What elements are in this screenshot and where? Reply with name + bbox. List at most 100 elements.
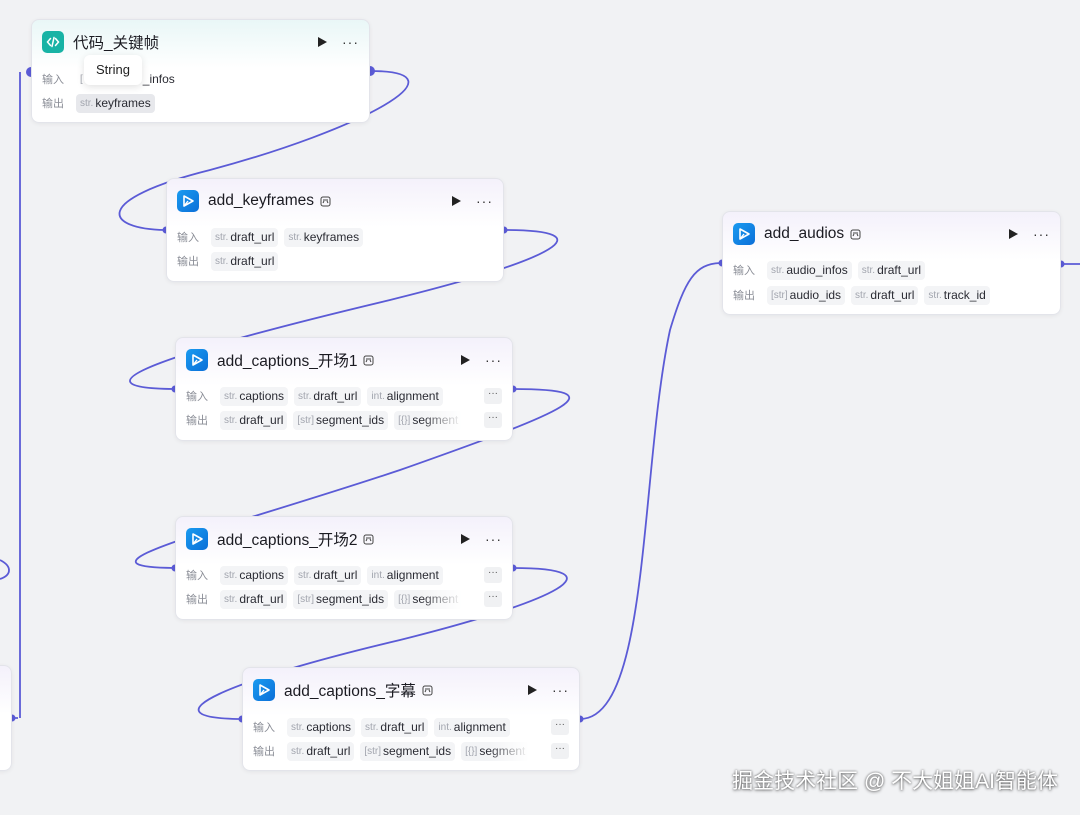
video-plugin-icon xyxy=(253,679,275,701)
input-label: 输入 xyxy=(186,570,208,582)
node-add-audios[interactable]: add_audios ··· 输入 str. audio_infos str. dr… xyxy=(722,211,1061,315)
input-param[interactable]: str. draft_url xyxy=(857,260,926,280)
param-name: draft_url xyxy=(380,720,425,734)
node-add-keyframes[interactable]: add_keyframes ··· 输入 str. draft_url str. k… xyxy=(166,178,504,282)
more-options-button[interactable]: ··· xyxy=(1033,227,1050,241)
input-label: 输入 xyxy=(177,232,199,244)
more-inputs-button[interactable]: ··· xyxy=(551,719,569,735)
more-outputs-button[interactable]: ··· xyxy=(484,591,502,607)
node-title: add_captions_字幕 xyxy=(284,683,416,700)
node-header: add_captions_开场1 ··· xyxy=(186,348,502,372)
more-options-button[interactable]: ··· xyxy=(342,35,359,49)
output-param[interactable]: [{}] segment xyxy=(394,589,463,609)
param-type: str. xyxy=(224,593,238,605)
node-title: add_captions_开场1 xyxy=(217,353,358,370)
param-name: draft_url xyxy=(239,592,284,606)
output-row: 输出 str. keyframes xyxy=(42,93,359,113)
param-name: draft_url xyxy=(313,568,358,582)
output-param[interactable]: str. track_id xyxy=(924,285,990,305)
output-param[interactable]: str. draft_url xyxy=(211,251,279,271)
param-name: segment_ids xyxy=(383,744,452,758)
run-button[interactable] xyxy=(1007,228,1019,240)
param-name: draft_url xyxy=(230,230,275,244)
run-button[interactable] xyxy=(459,354,471,366)
param-type: [str] xyxy=(297,593,315,605)
more-options-button[interactable]: ··· xyxy=(476,194,493,208)
node-title: add_keyframes xyxy=(208,192,314,209)
param-type: str. xyxy=(215,231,229,243)
input-row: 输入 str. audio_infos str. draft_url xyxy=(733,260,1050,280)
output-param[interactable]: str. draft_url xyxy=(220,410,288,430)
video-plugin-icon xyxy=(733,223,755,245)
input-param[interactable]: int. alignment xyxy=(367,386,443,406)
output-row: 输出 str. draft_url xyxy=(177,251,493,271)
param-name: alignment xyxy=(453,720,506,734)
node-add-captions-opening2[interactable]: add_captions_开场2 ··· 输入 str. captions str… xyxy=(175,516,513,620)
param-type: [{}] xyxy=(398,593,411,605)
more-inputs-button[interactable]: ··· xyxy=(484,567,502,583)
input-param[interactable]: str. captions xyxy=(220,386,289,406)
node-header: add_captions_开场2 ··· xyxy=(186,527,502,551)
output-param[interactable]: str. keyframes xyxy=(76,93,155,113)
more-options-button[interactable]: ··· xyxy=(485,353,502,367)
input-param[interactable]: int. alignment xyxy=(434,717,510,737)
output-param[interactable]: [str] segment_ids xyxy=(293,410,389,430)
param-type: int. xyxy=(371,390,385,402)
output-row: 输出 str. draft_url [str] segment_ids [{}] se… xyxy=(253,741,545,761)
param-type: str. xyxy=(298,390,312,402)
run-button[interactable] xyxy=(526,684,538,696)
param-type: str. xyxy=(288,231,302,243)
output-param[interactable]: [{}] segment xyxy=(394,410,463,430)
param-name: keyframes xyxy=(303,230,360,244)
more-outputs-button[interactable]: ··· xyxy=(551,743,569,759)
output-param[interactable]: [str] segment_ids xyxy=(360,741,456,761)
input-param[interactable]: int. alignment xyxy=(367,565,443,585)
param-name: track_id xyxy=(943,288,986,302)
more-options-button[interactable]: ··· xyxy=(485,532,502,546)
more-outputs-button[interactable]: ··· xyxy=(484,412,502,428)
node-title: add_audios xyxy=(764,225,845,242)
run-button[interactable] xyxy=(316,36,328,48)
more-options-button[interactable]: ··· xyxy=(552,683,569,697)
input-param[interactable]: str. keyframes xyxy=(284,227,364,247)
node-add-captions-subtitle[interactable]: add_captions_字幕 ··· 输入 str. captions str.… xyxy=(242,667,580,771)
more-inputs-button[interactable]: ··· xyxy=(484,388,502,404)
input-param[interactable]: str. draft_url xyxy=(211,227,279,247)
param-name: segment xyxy=(479,744,526,758)
batch-icon xyxy=(363,534,374,545)
output-param[interactable]: [str] segment_ids xyxy=(293,589,389,609)
node-header: add_keyframes ··· xyxy=(177,189,493,213)
input-param[interactable]: str. draft_url xyxy=(294,386,362,406)
param-type: [{}] xyxy=(398,414,411,426)
run-button[interactable] xyxy=(459,533,471,545)
param-type: str. xyxy=(80,97,94,109)
input-param[interactable]: str. draft_url xyxy=(361,717,429,737)
output-param[interactable]: str. draft_url xyxy=(287,741,355,761)
input-param[interactable]: str. captions xyxy=(287,717,356,737)
param-name: segment xyxy=(412,592,459,606)
output-param[interactable]: str. draft_url xyxy=(220,589,288,609)
partial-node-left[interactable] xyxy=(0,665,12,771)
param-type: str. xyxy=(861,264,876,276)
output-row: 输出 str. draft_url [str] segment_ids [{}] se… xyxy=(186,410,478,430)
node-add-captions-opening1[interactable]: add_captions_开场1 ··· 输入 str. captions str… xyxy=(175,337,513,441)
output-param[interactable]: str. draft_url xyxy=(851,285,919,305)
param-name: alignment xyxy=(386,389,439,403)
output-label: 输出 xyxy=(186,415,208,427)
batch-icon xyxy=(850,229,861,240)
output-row: 输出 [str] audio_ids str. draft_url str. trac… xyxy=(733,285,1050,305)
code-icon xyxy=(42,31,64,53)
output-param[interactable]: [{}] segment xyxy=(461,741,530,761)
input-param[interactable]: str. audio_infos xyxy=(767,260,852,280)
input-row: 输入 str. captions str. draft_url int. alignm… xyxy=(186,386,478,406)
input-param[interactable]: str. draft_url xyxy=(294,565,362,585)
output-row: 输出 str. draft_url [str] segment_ids [{}] se… xyxy=(186,589,478,609)
param-type: int. xyxy=(371,569,385,581)
output-param[interactable]: [str] audio_ids xyxy=(767,285,846,305)
input-param[interactable]: str. captions xyxy=(220,565,289,585)
batch-icon xyxy=(422,685,433,696)
node-code-keyframes[interactable]: 代码_关键帧 ··· 输入 [ _infos 输出 str. keyframes xyxy=(31,19,370,123)
param-type: str. xyxy=(928,289,942,301)
node-title: 代码_关键帧 xyxy=(73,35,160,52)
run-button[interactable] xyxy=(450,195,462,207)
